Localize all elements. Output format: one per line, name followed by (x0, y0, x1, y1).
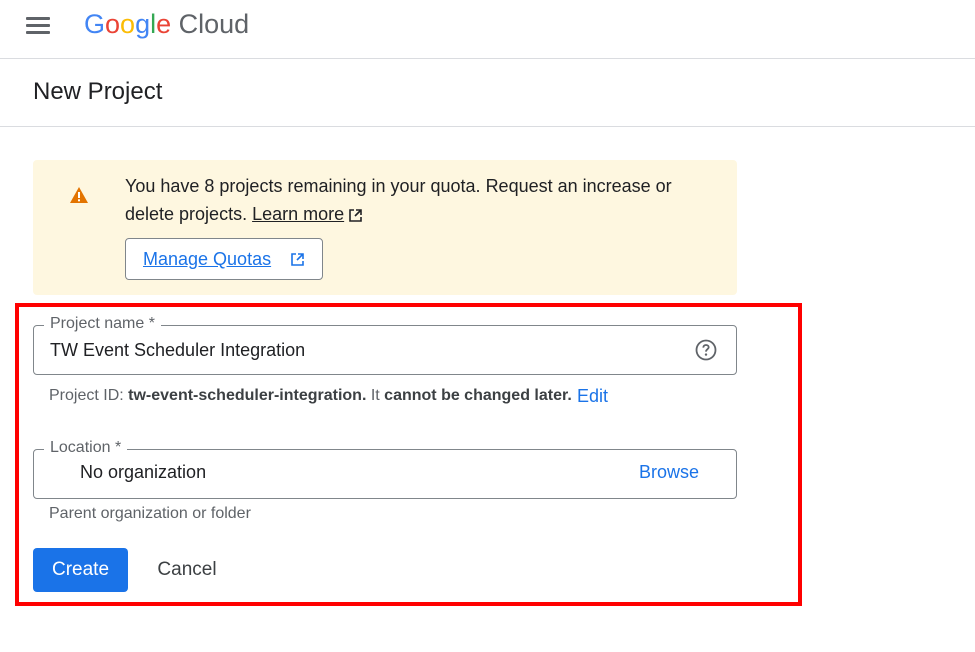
project-id-value: tw-event-scheduler-integration. (128, 387, 367, 404)
logo-letter: g (135, 9, 151, 39)
page-header: New Project (0, 59, 975, 127)
project-id-prefix: Project ID: (49, 387, 129, 404)
logo-letter: o (105, 9, 121, 39)
project-id-info: Project ID: tw-event-scheduler-integrati… (49, 387, 572, 405)
location-field[interactable]: Location * No organization Browse (33, 438, 737, 499)
google-cloud-logo[interactable]: Google Cloud (84, 8, 249, 40)
location-label: Location * (44, 438, 128, 458)
learn-more-link[interactable]: Learn more (252, 204, 344, 224)
project-name-input[interactable] (50, 338, 650, 362)
project-name-label: Project name * (44, 314, 161, 334)
manage-quotas-button[interactable]: Manage Quotas (125, 238, 323, 280)
help-circle-icon[interactable] (695, 339, 717, 361)
page-title: New Project (33, 78, 163, 105)
location-value: No organization (80, 462, 207, 482)
hamburger-menu-icon[interactable] (24, 12, 54, 40)
learn-more-label: Learn more (252, 204, 345, 224)
logo-suffix: Cloud (178, 9, 250, 39)
open-in-new-icon[interactable] (348, 208, 363, 223)
project-name-field[interactable]: Project name * (33, 314, 737, 375)
edit-project-id-button[interactable]: Edit (577, 386, 608, 407)
browse-button[interactable]: Browse (639, 462, 699, 483)
project-id-warning: cannot be changed later. (384, 387, 572, 404)
location-helper-text: Parent organization or folder (49, 505, 251, 522)
quota-warning-banner: You have 8 projects remaining in your qu… (33, 160, 737, 295)
logo-letter: G (84, 9, 106, 39)
project-id-middle: It (366, 387, 385, 404)
quota-message: You have 8 projects remaining in your qu… (125, 172, 725, 228)
warning-icon (70, 187, 88, 203)
top-app-bar: Google Cloud (0, 0, 975, 59)
logo-letter: o (120, 9, 136, 39)
quota-message-text: You have 8 projects remaining in your qu… (125, 176, 672, 224)
logo-letter: e (156, 9, 172, 39)
manage-quotas-label: Manage Quotas (143, 249, 272, 269)
create-button[interactable]: Create (33, 548, 128, 592)
cancel-button[interactable]: Cancel (143, 548, 231, 592)
open-in-new-icon (291, 253, 304, 266)
